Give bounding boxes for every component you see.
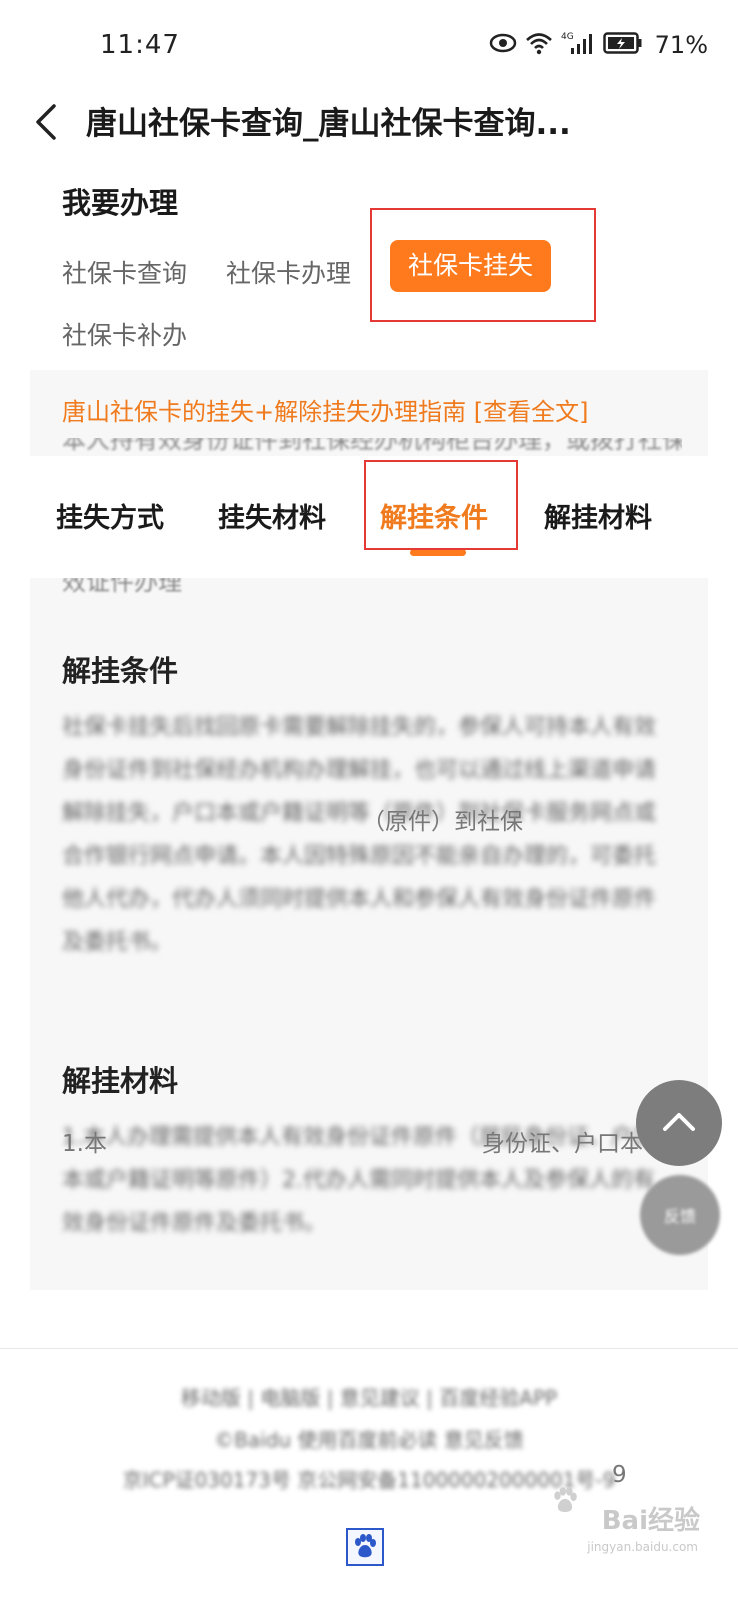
status-bar: 11:47 4G 71%: [0, 0, 738, 88]
footer-license: 京ICP证030173号 京公网安备11000002000001号-9: [122, 1468, 616, 1492]
status-icons: 4G 71%: [489, 28, 708, 62]
watermark-url: jingyan.baidu.com: [587, 1540, 698, 1554]
baidu-paw-logo[interactable]: [346, 1528, 384, 1566]
highlight-box-service: [370, 208, 596, 322]
battery-level: 71%: [654, 31, 708, 59]
footer-peek-digit: 9: [612, 1462, 627, 1488]
footer-copyright: ©Baidu 使用百度前必读 意见反馈: [214, 1428, 524, 1452]
cut-off-text-line: 本人持有效身份证件到社保经办机构柜台办理，或拨打社保服务热线挂失: [62, 438, 682, 452]
unlock-materials-heading: 解挂材料: [62, 1064, 179, 1098]
cut-off-text-line-2: 效证件办理: [62, 578, 182, 596]
service-option-reissue[interactable]: 社保卡补办: [62, 316, 187, 352]
signal-icon: 4G: [561, 30, 595, 60]
wifi-icon: [525, 31, 553, 59]
guide-link[interactable]: 唐山社保卡的挂失+解除挂失办理指南 [查看全文]: [62, 392, 588, 427]
back-to-top-button[interactable]: [636, 1080, 722, 1166]
watermark: Bai经验: [601, 1506, 700, 1536]
tab-loss-materials[interactable]: 挂失材料: [218, 496, 326, 535]
unlock-conditions-peek: （原件）到社保: [362, 809, 523, 835]
watermark-paw-icon: [550, 1486, 580, 1520]
tab-unlock-materials[interactable]: 解挂材料: [544, 496, 652, 535]
status-time: 11:47: [100, 30, 180, 60]
highlight-box-tab: [364, 460, 518, 550]
unlock-conditions-text: 社保卡挂失后找回原卡需要解除挂失的，参保人可持本人有效身份证件到社保经办机构办理…: [62, 715, 657, 955]
service-option-query[interactable]: 社保卡查询: [62, 254, 187, 290]
unlock-materials-peek-2: 身份证、户口本: [482, 1131, 643, 1157]
tab-loss-method[interactable]: 挂失方式: [56, 496, 164, 535]
service-heading: 我要办理: [62, 186, 179, 220]
feedback-button[interactable]: 反馈: [640, 1175, 720, 1255]
footer-links[interactable]: 移动版 | 电脑版 | 意见建议 | 百度经验APP: [0, 1382, 738, 1411]
page-title: 唐山社保卡查询_唐山社保卡查询...: [86, 106, 571, 142]
service-option-apply[interactable]: 社保卡办理: [226, 254, 351, 290]
back-arrow-icon[interactable]: [30, 100, 70, 144]
active-tab-indicator: [410, 549, 466, 556]
header: 唐山社保卡查询_唐山社保卡查询...: [0, 88, 738, 154]
network-type: 4G: [561, 32, 574, 42]
unlock-conditions-heading: 解挂条件: [62, 654, 179, 688]
unlock-materials-peek-1: 1.本: [62, 1131, 107, 1157]
eye-icon: [489, 33, 517, 57]
chevron-up-icon: [661, 1109, 697, 1137]
footer-divider: [0, 1348, 738, 1349]
battery-icon: [602, 32, 643, 58]
